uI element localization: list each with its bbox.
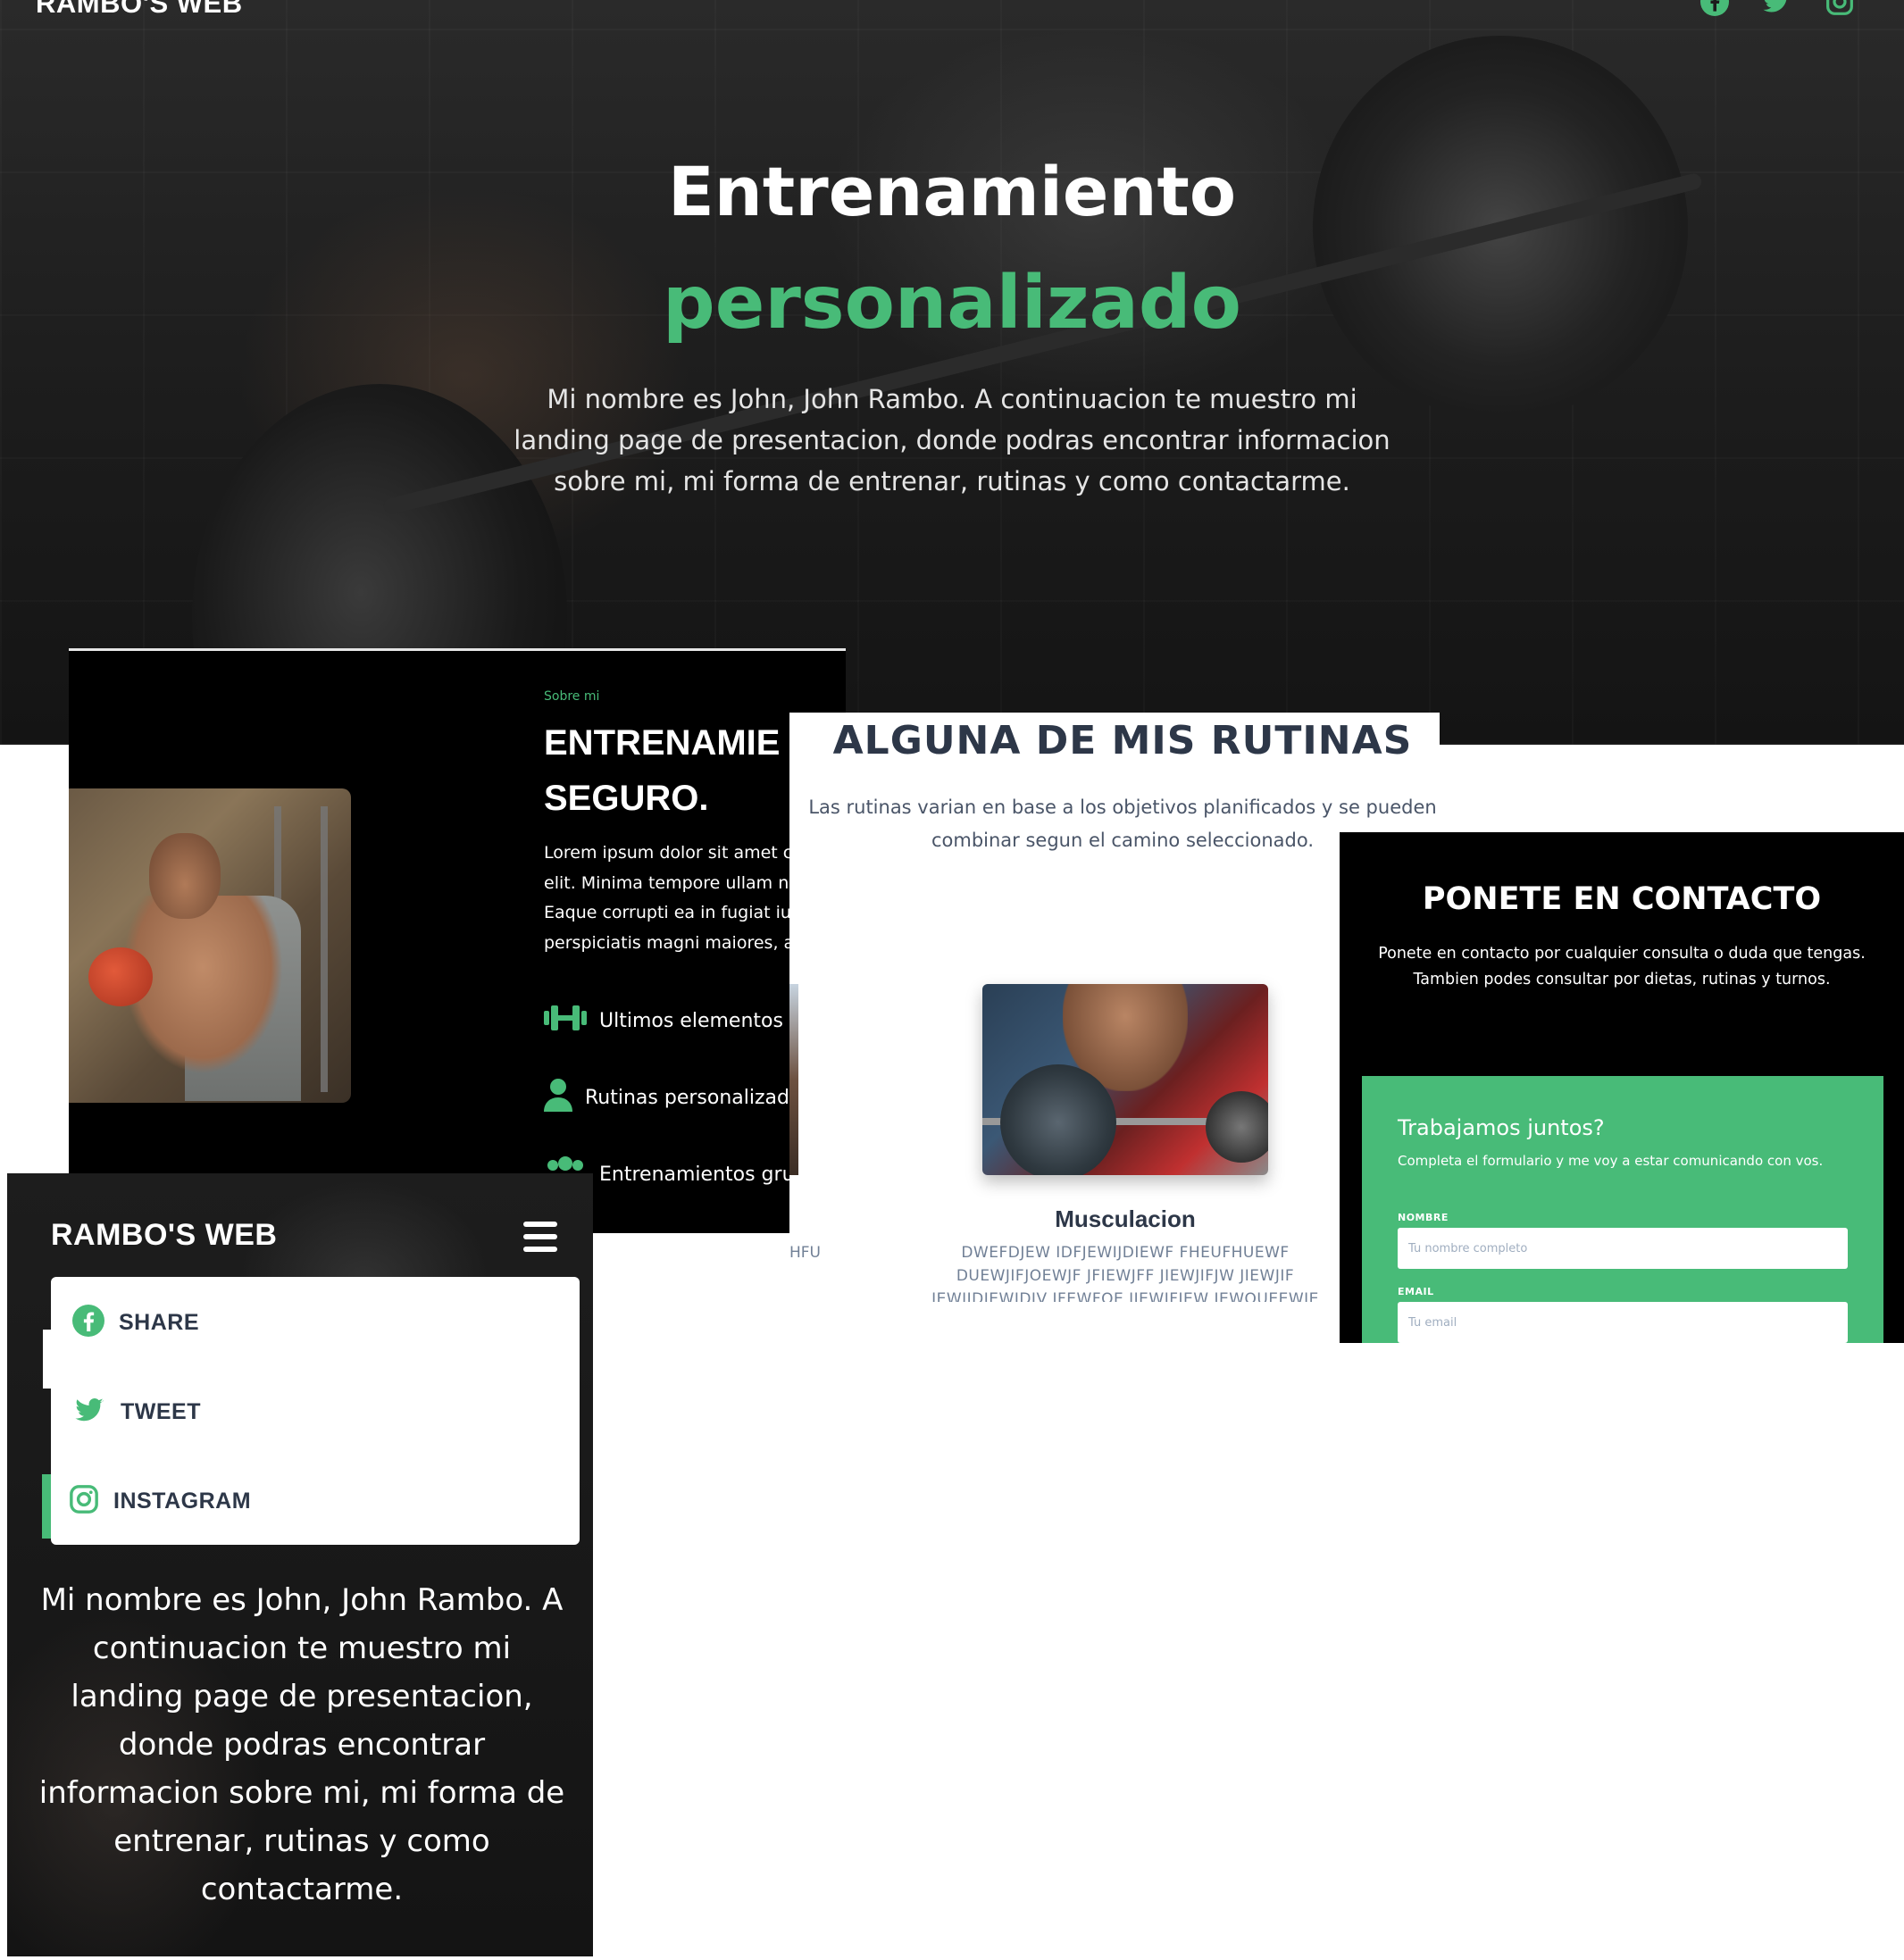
routine-card-image[interactable]	[982, 984, 1268, 1175]
menu-item-instagram[interactable]: INSTAGRAM	[51, 1461, 580, 1541]
twitter-link[interactable]	[1761, 0, 1791, 20]
menu-active-indicator	[42, 1474, 51, 1539]
about-photo	[69, 788, 351, 1103]
menu-item-label: SHARE	[119, 1309, 200, 1335]
twitter-icon	[1761, 0, 1791, 20]
about-title: ENTRENAMIE SEGURO.	[544, 715, 780, 826]
facebook-icon	[72, 1305, 104, 1340]
instagram-link[interactable]	[1825, 0, 1854, 20]
dumbbell-icon	[544, 1003, 587, 1038]
contact-description: Ponete en contacto por cualquier consult…	[1378, 945, 1866, 988]
twitter-icon	[72, 1395, 106, 1429]
hero-description: Mi nombre es John, John Rambo. A continu…	[514, 384, 1390, 496]
mobile-view: RAMBO'S WEB SHARE TWEET INSTAGRAM Mi nom…	[7, 1173, 593, 1956]
facebook-link[interactable]	[1700, 0, 1729, 20]
share-menu: SHARE TWEET INSTAGRAM	[51, 1277, 580, 1545]
contact-form: Trabajamos juntos? Completa el formulari…	[1362, 1076, 1883, 1343]
feature-item: Ultimos elementos de	[544, 1003, 814, 1038]
email-field[interactable]: Tu email	[1398, 1302, 1848, 1343]
form-title: Trabajamos juntos?	[1398, 1115, 1605, 1140]
routine-card-description: DWEFDJEW IDFJEWIJDIEWF FHEUFHUEWF DUEWJI…	[931, 1244, 1319, 1302]
mobile-site-logo[interactable]: RAMBO'S WEB	[51, 1218, 277, 1253]
about-eyebrow: Sobre mi	[544, 689, 600, 704]
email-label: EMAIL	[1398, 1286, 1434, 1297]
mobile-hero-description: Mi nombre es John, John Rambo. A continu…	[38, 1582, 565, 1907]
hero-title-highlight: personalizado	[663, 261, 1241, 346]
feature-item: Rutinas personalizadas	[544, 1078, 812, 1117]
menu-item-label: TWEET	[121, 1398, 201, 1424]
site-logo[interactable]: RAMBO'S WEB	[36, 0, 243, 20]
about-title-line: SEGURO.	[544, 779, 709, 818]
name-label: NOMBRE	[1398, 1212, 1449, 1223]
facebook-icon	[1700, 0, 1729, 20]
hamburger-menu-icon[interactable]	[523, 1222, 557, 1252]
user-icon	[544, 1078, 572, 1117]
hero-title: Entrenamiento	[667, 152, 1237, 231]
feature-label: Rutinas personalizadas	[585, 1086, 812, 1109]
contact-section: PONETE EN CONTACTO Ponete en contacto po…	[1340, 832, 1904, 1343]
menu-item-label: INSTAGRAM	[113, 1488, 252, 1514]
menu-item-share[interactable]: SHARE	[51, 1282, 580, 1363]
feature-label: Ultimos elementos de	[599, 1009, 814, 1032]
hero-section: RAMBO'S WEB Entrenamiento personalizado …	[0, 0, 1904, 745]
form-subtitle: Completa el formulario y me voy a estar …	[1398, 1153, 1824, 1169]
about-title-line: ENTRENAMIE	[544, 723, 781, 763]
name-field[interactable]: Tu nombre completo	[1398, 1228, 1848, 1269]
routine-card-image-partial	[789, 984, 798, 1175]
routine-card-description-partial: HFU FWE	[789, 1244, 825, 1262]
instagram-icon	[1825, 0, 1854, 20]
feature-label: Entrenamientos grup	[599, 1163, 807, 1186]
instagram-icon	[69, 1484, 99, 1518]
menu-item-tweet[interactable]: TWEET	[51, 1372, 580, 1452]
contact-title: PONETE EN CONTACTO	[1422, 881, 1822, 917]
routines-title: ALGUNA DE MIS RUTINAS	[832, 718, 1413, 763]
about-section: Sobre mi ENTRENAMIE SEGURO. Lorem ipsum …	[69, 651, 846, 1233]
